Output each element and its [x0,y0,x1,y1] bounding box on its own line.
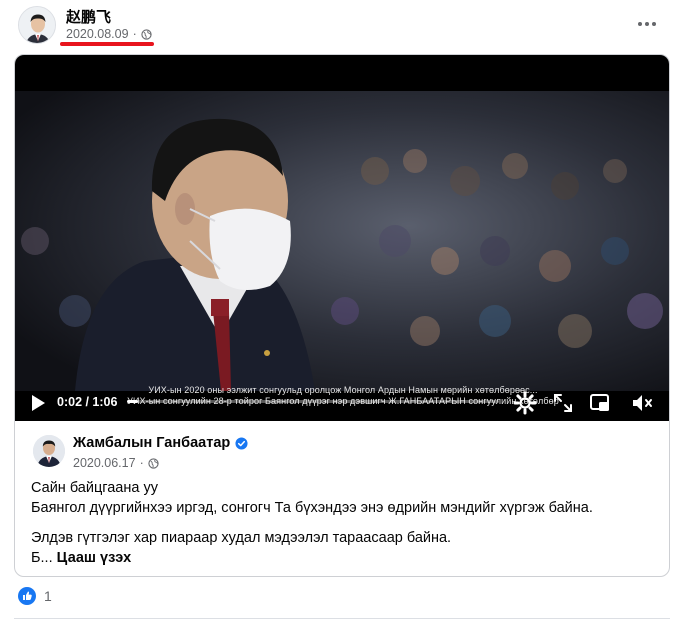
fullscreen-icon[interactable] [551,391,575,415]
more-horizontal-icon [638,22,642,26]
shared-post-header: Жамбалын Ганбаатар 2020.06.17 · [33,435,653,475]
settings-icon[interactable] [513,391,537,415]
video-progress-fill [127,400,139,403]
shared-author-name-row: Жамбалын Ганбаатар [73,435,248,451]
body-line: Элдэв гүтгэлэг хар пиараар худал мэдээлэ… [31,530,452,546]
verified-badge-icon [235,436,248,450]
reactions-summary[interactable]: 1 [18,587,52,605]
body-line-truncated: Б... Цааш үзэх [31,548,651,568]
mute-icon[interactable] [630,391,654,415]
post-date[interactable]: 2020.08.09 [66,27,129,41]
shared-post-body: Сайн байцгаана уу Баянгол дүүргийнхээ ир… [31,478,651,568]
author-avatar[interactable] [18,6,56,44]
video-progress-bar[interactable] [127,400,499,403]
post-header: 赵鹏飞 2020.08.09 · [0,0,681,50]
video-still-image [15,91,669,391]
globe-icon [148,457,159,469]
play-icon[interactable] [27,392,49,414]
picture-in-picture-icon[interactable] [588,391,612,415]
video-controls: 0:02 / 1:06 [15,385,669,421]
globe-icon [141,28,152,40]
truncated-text: Б... [31,550,57,566]
body-line: Сайн байцгаана уу [31,480,158,496]
shared-post-card[interactable]: УИХ-ын 2020 оны ээлжит сонгуульд оролцож… [14,54,670,577]
shared-author-avatar[interactable] [33,435,65,467]
more-options-button[interactable] [633,10,661,38]
shared-post-date[interactable]: 2020.06.17 [73,456,136,470]
shared-post-meta: 2020.06.17 · [73,456,159,470]
post-meta: 2020.08.09 · [66,27,152,41]
reaction-count: 1 [44,588,52,604]
date-highlight-underline [60,42,154,46]
meta-separator: · [139,456,144,470]
video-player[interactable]: УИХ-ын 2020 оны ээлжит сонгуульд оролцож… [15,55,669,421]
video-frame [15,91,669,391]
see-more-link[interactable]: Цааш үзэх [57,550,132,566]
meta-separator: · [132,27,137,41]
shared-author-name[interactable]: Жамбалын Ганбаатар [73,435,230,451]
video-time: 0:02 / 1:06 [57,395,118,409]
body-line: Баянгол дүүргийнхээ иргэд, сонгогч Та бү… [31,500,593,516]
avatar-portrait [33,435,65,467]
divider [14,618,670,619]
avatar-portrait [19,7,55,43]
like-icon [18,587,36,605]
author-name[interactable]: 赵鹏飞 [66,6,111,27]
